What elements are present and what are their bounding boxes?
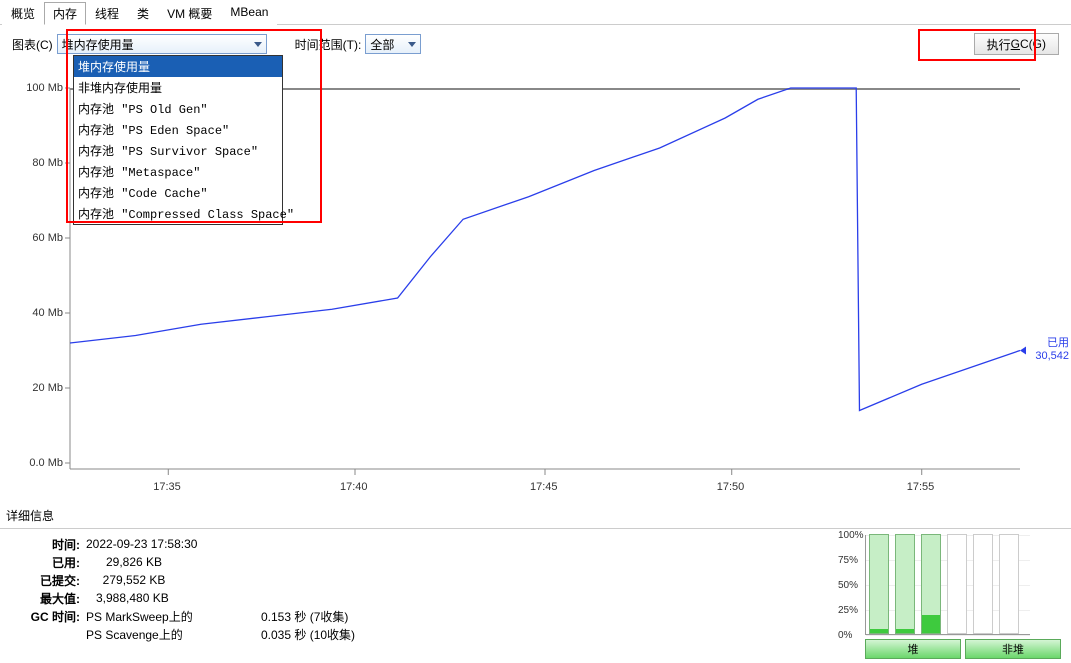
perform-gc-button[interactable]: 执行 GC(G) [974, 33, 1059, 55]
mini-y-tick: 50% [838, 580, 858, 591]
time-range-select[interactable]: 全部 [365, 34, 421, 54]
mini-bar[interactable] [895, 534, 915, 634]
nonheap-button[interactable]: 非堆 [965, 639, 1061, 659]
x-tick-label: 17:55 [907, 481, 935, 493]
heap-mini-chart-wrap: 100%75%50%25%0% 堆 非堆 [865, 535, 1071, 659]
mini-bar[interactable] [947, 534, 967, 634]
dropdown-option[interactable]: 非堆内存使用量 [74, 77, 282, 98]
details-text: 时间:2022-09-23 17:58:30已用: 29,826 KB已提交: … [20, 535, 865, 659]
tab-threads[interactable]: 线程 [86, 2, 128, 25]
y-tick-label: 80 Mb [32, 157, 63, 169]
y-tick-label: 0.0 Mb [29, 457, 63, 469]
x-tick-label: 17:40 [340, 481, 368, 493]
mini-bar[interactable] [973, 534, 993, 634]
y-tick-label: 40 Mb [32, 307, 63, 319]
dropdown-option[interactable]: 内存池 "Compressed Class Space" [74, 203, 282, 224]
mini-y-tick: 75% [838, 555, 858, 566]
x-tick-label: 17:35 [153, 481, 181, 493]
gc-row: GC 时间:PS MarkSweep上的0.153 秒 (7收集) [20, 607, 865, 625]
details-panel: 时间:2022-09-23 17:58:30已用: 29,826 KB已提交: … [0, 528, 1071, 663]
y-tick-label: 100 Mb [26, 82, 63, 94]
y-tick-label: 60 Mb [32, 232, 63, 244]
x-tick-label: 17:50 [717, 481, 745, 493]
tab-memory[interactable]: 内存 [44, 2, 86, 25]
chart-series-annotation: 已用 30,542 [1035, 337, 1069, 363]
mini-bar[interactable] [869, 534, 889, 634]
chart-select[interactable]: 堆内存使用量 [57, 34, 267, 54]
heap-button[interactable]: 堆 [865, 639, 961, 659]
tab-classes[interactable]: 类 [128, 2, 158, 25]
detail-row: 时间:2022-09-23 17:58:30 [20, 535, 865, 553]
detail-row: 已用: 29,826 KB [20, 553, 865, 571]
mini-bar[interactable] [921, 534, 941, 634]
time-range-label: 时间范围(T): [295, 36, 362, 53]
chevron-down-icon [408, 42, 416, 47]
time-range-value: 全部 [370, 36, 394, 53]
detail-row: 最大值: 3,988,480 KB [20, 589, 865, 607]
gc-row: PS Scavenge上的0.035 秒 (10收集) [20, 625, 865, 643]
x-tick-label: 17:45 [530, 481, 558, 493]
dropdown-option[interactable]: 内存池 "PS Survivor Space" [74, 140, 282, 161]
mini-y-tick: 100% [838, 530, 864, 541]
dropdown-option[interactable]: 内存池 "Metaspace" [74, 161, 282, 182]
detail-row: 已提交: 279,552 KB [20, 571, 865, 589]
dropdown-option[interactable]: 堆内存使用量 [74, 56, 282, 77]
mini-bar[interactable] [999, 534, 1019, 634]
toolbar: 图表(C) 堆内存使用量 时间范围(T): 全部 执行 GC(G) 堆内存使用量… [0, 25, 1071, 63]
chart-select-dropdown[interactable]: 堆内存使用量非堆内存使用量内存池 "PS Old Gen"内存池 "PS Ede… [73, 55, 283, 225]
dropdown-option[interactable]: 内存池 "PS Old Gen" [74, 98, 282, 119]
mini-y-tick: 0% [838, 630, 852, 641]
details-header: 详细信息 [0, 503, 1071, 528]
chevron-down-icon [254, 42, 262, 47]
heap-mini-chart: 100%75%50%25%0% [865, 535, 1030, 635]
tab-mbean[interactable]: MBean [221, 2, 277, 25]
chart-label: 图表(C) [12, 36, 53, 53]
tab-overview[interactable]: 概览 [2, 2, 44, 25]
mini-y-tick: 25% [838, 605, 858, 616]
chart-select-value: 堆内存使用量 [62, 36, 134, 53]
tab-vm-summary[interactable]: VM 概要 [158, 2, 221, 25]
dropdown-option[interactable]: 内存池 "Code Cache" [74, 182, 282, 203]
dropdown-option[interactable]: 内存池 "PS Eden Space" [74, 119, 282, 140]
y-tick-label: 20 Mb [32, 382, 63, 394]
tab-bar: 概览 内存 线程 类 VM 概要 MBean [0, 0, 1071, 25]
